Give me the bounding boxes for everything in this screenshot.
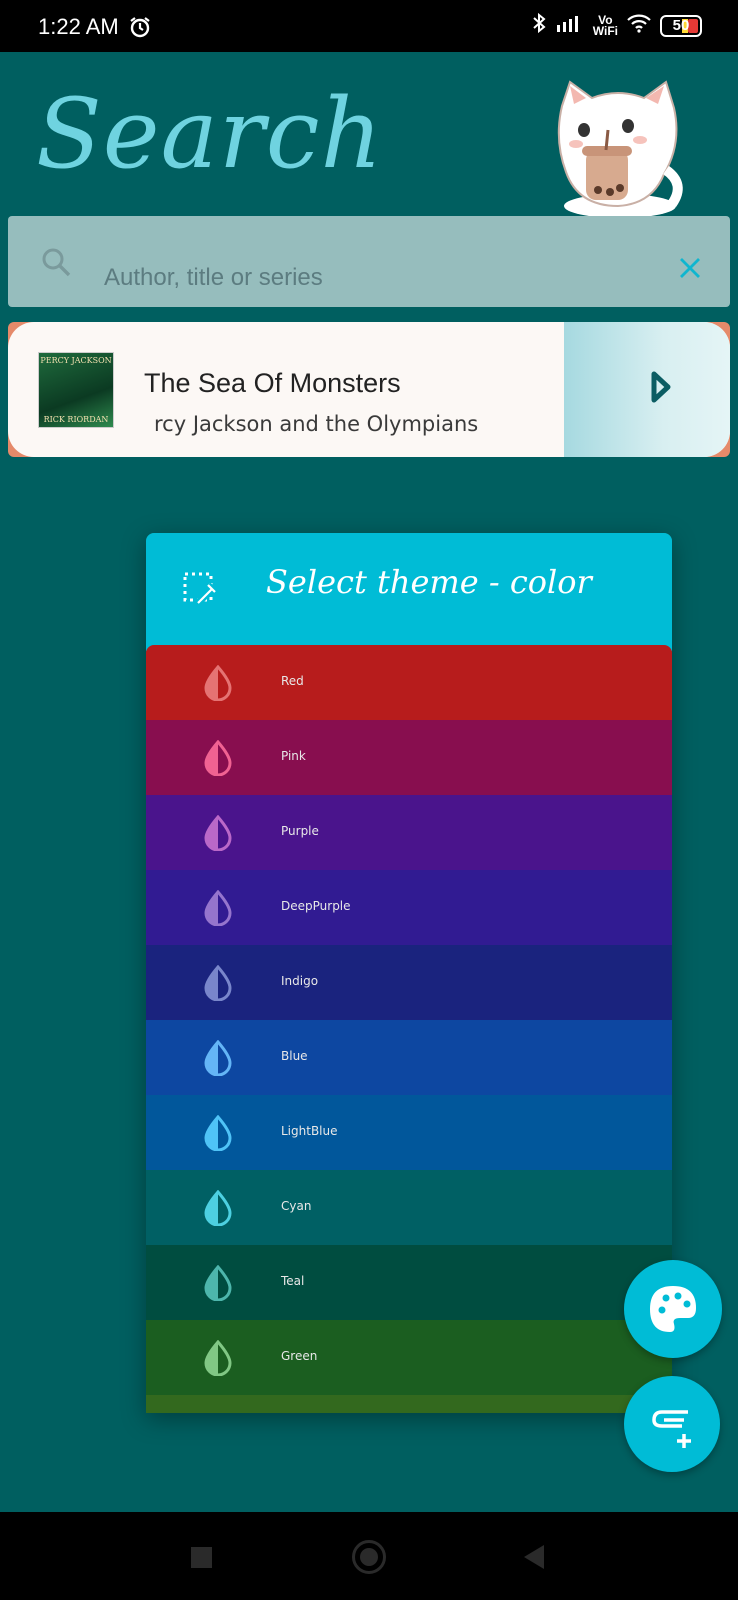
color-option-label: Teal [281, 1274, 305, 1288]
color-option-lightblue[interactable]: LightBlue [146, 1095, 672, 1170]
water-drop-icon [204, 1114, 232, 1156]
water-drop-icon [204, 814, 232, 856]
book-title: The Sea Of Monsters [144, 368, 401, 398]
color-option-label: Purple [281, 824, 319, 838]
book-series: rcy Jackson and the Olympians [154, 412, 479, 436]
cat-mascot-illustration [548, 74, 688, 226]
color-option-label: Blue [281, 1049, 308, 1063]
color-option-cyan[interactable]: Cyan [146, 1170, 672, 1245]
open-book-button[interactable] [564, 322, 730, 457]
vowifi-bottom: WiFi [592, 23, 618, 38]
wifi-icon [626, 13, 652, 38]
color-option-label: Cyan [281, 1199, 312, 1213]
theme-palette-button[interactable] [624, 1260, 722, 1358]
dialog-title: Select theme - color [266, 563, 592, 601]
color-option-label: LightBlue [281, 1124, 338, 1138]
add-bookmark-icon [652, 1410, 691, 1448]
home-button[interactable] [352, 1540, 386, 1574]
color-option-blue[interactable]: Blue [146, 1020, 672, 1095]
water-drop-icon [204, 964, 232, 1006]
dialog-header: Select theme - color [146, 533, 672, 651]
palette-icon [650, 1286, 696, 1332]
bluetooth-icon [531, 12, 547, 39]
color-option-next-partial[interactable] [146, 1395, 672, 1413]
play-arrow-icon [650, 370, 672, 409]
water-drop-icon [204, 664, 232, 706]
water-drop-icon [204, 889, 232, 931]
search-icon [40, 246, 72, 283]
color-option-label: Indigo [281, 974, 319, 988]
water-drop-icon [204, 739, 232, 781]
water-drop-icon [204, 1189, 232, 1231]
color-option-indigo[interactable]: Indigo [146, 945, 672, 1020]
color-picker-icon [182, 571, 218, 612]
color-option-pink[interactable]: Pink [146, 720, 672, 795]
color-option-label: Pink [281, 749, 306, 763]
status-time: 1:22 AM [38, 14, 119, 39]
cover-top-text: PERCY JACKSON [40, 356, 112, 365]
recents-button[interactable] [191, 1547, 212, 1568]
theme-color-dialog: Select theme - color Red Pink Purple DeepPu… [146, 533, 672, 1413]
search-bar [8, 216, 730, 307]
water-drop-icon [204, 1339, 232, 1381]
add-book-button[interactable] [624, 1376, 720, 1472]
book-cover-image: PERCY JACKSON RICK RIORDAN [38, 352, 114, 428]
color-option-label: DeepPurple [281, 899, 351, 913]
alarm-icon [129, 16, 151, 43]
water-drop-icon [204, 1264, 232, 1306]
cover-bottom-text: RICK RIORDAN [43, 415, 109, 424]
color-option-label: Red [281, 674, 304, 688]
color-option-red[interactable]: Red [146, 645, 672, 720]
color-option-label: Green [281, 1349, 318, 1363]
search-result-card[interactable]: PERCY JACKSON RICK RIORDAN The Sea Of Mo… [8, 322, 730, 457]
color-option-deeppurple[interactable]: DeepPurple [146, 870, 672, 945]
search-result-content: PERCY JACKSON RICK RIORDAN The Sea Of Mo… [8, 322, 730, 457]
color-option-teal[interactable]: Teal [146, 1245, 672, 1320]
status-bar: 1:22 AM Vo WiFi 50 [0, 0, 738, 52]
color-option-purple[interactable]: Purple [146, 795, 672, 870]
signal-icon [555, 13, 585, 38]
search-input[interactable] [104, 260, 644, 296]
vowifi-indicator: Vo WiFi [592, 14, 618, 38]
water-drop-icon [204, 1039, 232, 1081]
color-list: Red Pink Purple DeepPurple Indigo Blue LightBl… [146, 645, 672, 1413]
page-title: Search [36, 78, 384, 190]
battery-level: 50 [672, 17, 690, 34]
back-button[interactable] [522, 1544, 546, 1575]
clear-icon[interactable] [678, 256, 702, 285]
color-option-green[interactable]: Green [146, 1320, 672, 1395]
battery-icon: 50 [660, 14, 702, 37]
